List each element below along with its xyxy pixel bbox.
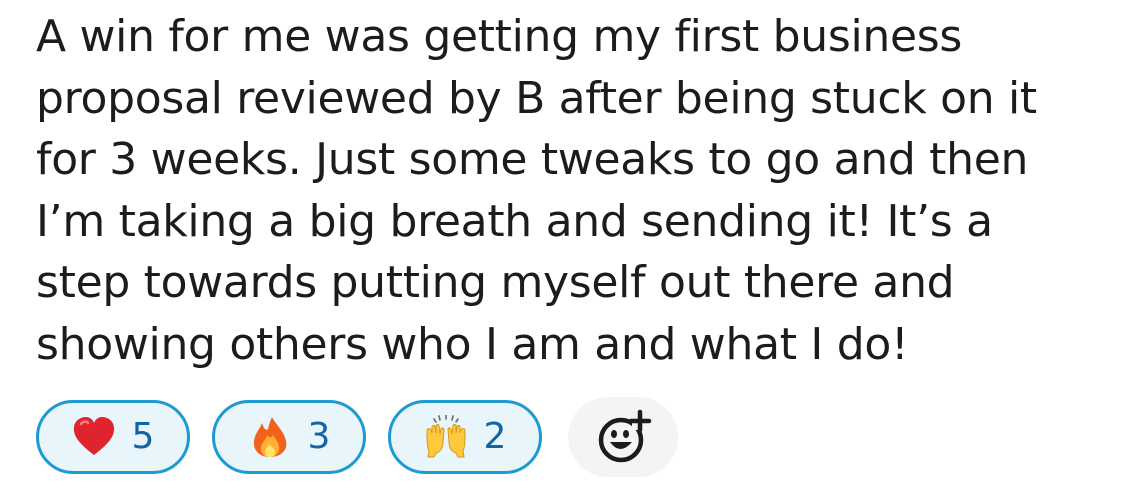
message-body: A win for me was getting my first busine… [36, 6, 1116, 375]
message-line: showing others who I am and what I do! [36, 318, 909, 370]
reaction-heart[interactable]: 5 [36, 400, 190, 474]
reaction-count: 5 [131, 416, 155, 457]
fire-icon [253, 417, 286, 457]
reaction-raising-hands[interactable]: 2 [388, 400, 542, 474]
raising-hands-icon [426, 415, 466, 458]
reactions-bar: 5 3 2 [36, 397, 678, 477]
message-line: proposal reviewed by B after being stuck… [36, 72, 1037, 124]
add-reaction-button[interactable] [568, 397, 678, 477]
message-line: A win for me was getting my first busine… [36, 11, 962, 62]
reaction-count: 3 [307, 416, 331, 457]
red-heart-icon [73, 417, 114, 455]
add-emoji-reaction-icon [598, 409, 652, 463]
message-line: I’m taking a big breath and sending it! … [36, 195, 993, 247]
message-line: step towards putting myself out there an… [36, 257, 955, 308]
reaction-count: 2 [483, 416, 507, 457]
message-line: for 3 weeks. Just some tweaks to go and … [36, 134, 1029, 185]
reaction-fire[interactable]: 3 [212, 400, 366, 474]
